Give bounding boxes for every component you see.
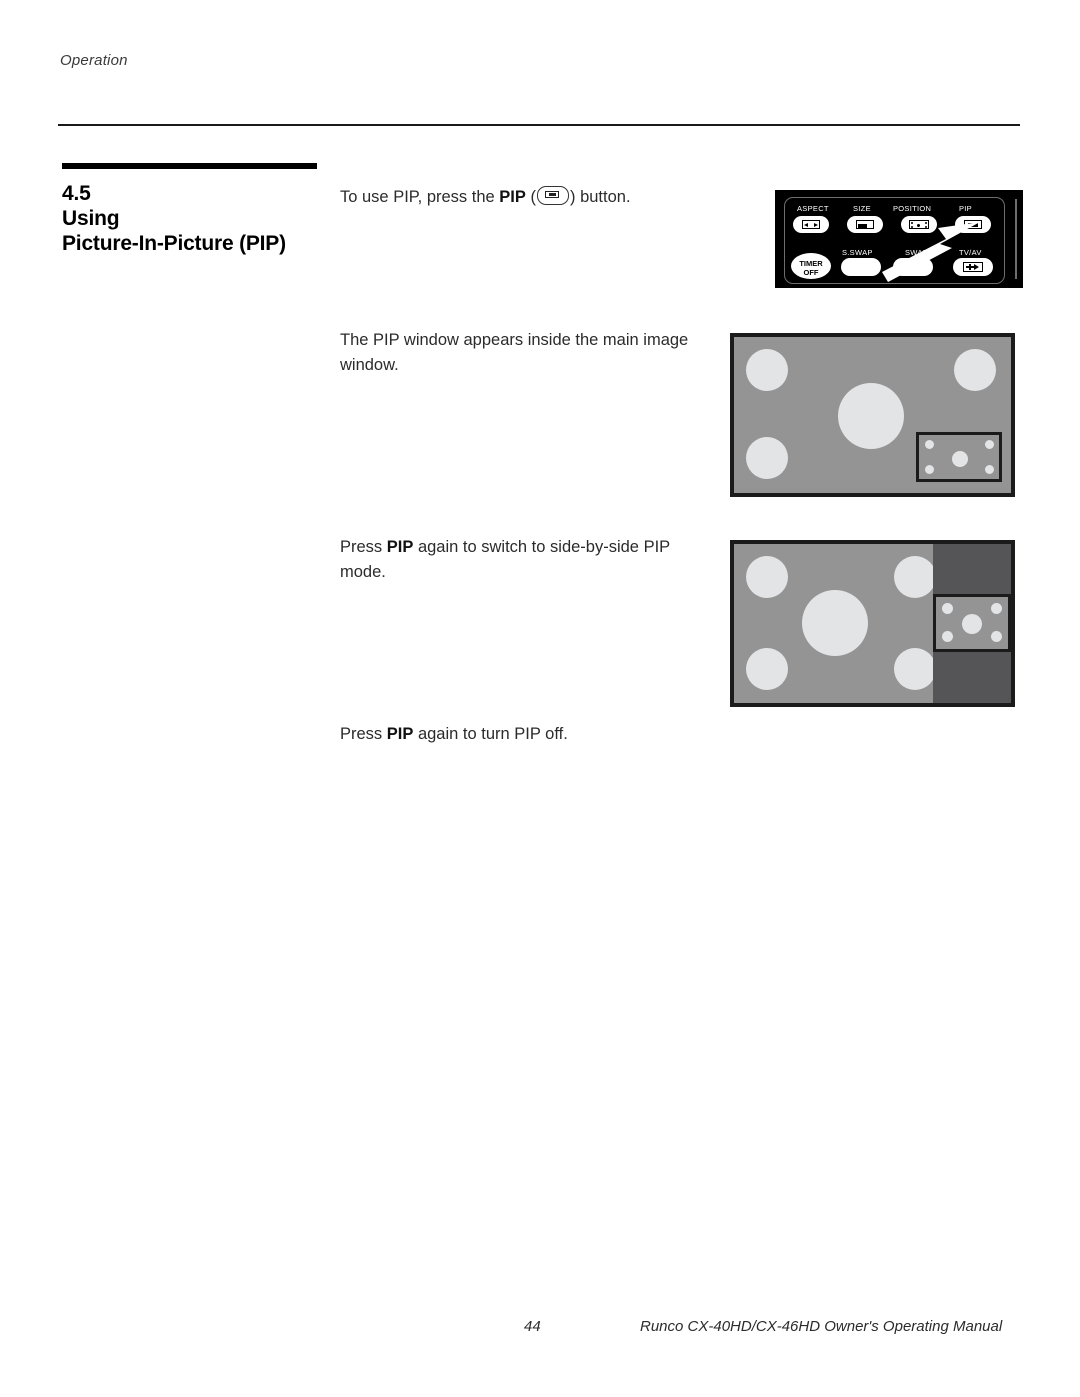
pip-key-icon <box>537 186 569 205</box>
position-icon-dot-tr <box>925 221 927 224</box>
pip-blob-top-left <box>925 440 934 449</box>
remote-label-pip: PIP <box>959 204 972 213</box>
size-icon-inner <box>858 224 867 228</box>
section-title-line-2: Picture-In-Picture (PIP) <box>62 232 286 255</box>
sbs-pip-blob-top-right <box>991 603 1002 614</box>
pip-blob-top-right <box>985 440 994 449</box>
tvav-icon-arrowhead <box>974 263 979 270</box>
pip-icon-inner <box>968 222 978 227</box>
pip-blob-center <box>952 451 968 467</box>
screen-blob-bottom-left <box>746 437 788 479</box>
remote-timer-line-2: OFF <box>803 268 819 277</box>
paragraph-1-text-before: To use PIP, press the <box>340 188 500 206</box>
running-header: Operation <box>60 52 128 69</box>
remote-button-tv-av[interactable] <box>953 258 993 276</box>
position-icon-dot-br <box>925 226 927 228</box>
remote-button-pip[interactable] <box>955 216 991 233</box>
figure-side-by-side <box>730 540 1015 707</box>
position-icon-dot-tl <box>911 221 913 224</box>
paragraph-1-text-end: ) button. <box>570 188 631 206</box>
footer-manual-title: Runco CX-40HD/CX-46HD Owner's Operating … <box>640 1318 1003 1335</box>
footer-page-number: 44 <box>524 1318 541 1335</box>
paragraph-1-bold-pip: PIP <box>499 188 526 206</box>
figure-pip-inset <box>730 333 1015 497</box>
screen-blob-top-right <box>954 349 996 391</box>
paragraph-3-bold-pip: PIP <box>386 538 414 556</box>
screen-blob-center <box>838 383 904 449</box>
paragraph-1-paren-open: ( <box>525 188 536 206</box>
header-divider <box>58 124 1020 126</box>
remote-button-position[interactable] <box>901 216 937 233</box>
sbs-pip-blob-top-left <box>942 603 953 614</box>
position-icon-dot-bl <box>911 226 913 228</box>
screen-blob-top-left <box>746 349 788 391</box>
paragraph-turn-pip-off: Press PIP again to turn PIP off. <box>340 722 712 747</box>
remote-label-aspect: ASPECT <box>797 204 829 213</box>
pip-inset-window <box>916 432 1002 482</box>
remote-control-figure: ASPECT SIZE POSITION PIP S.SWAP SWAP TV/… <box>775 190 1023 288</box>
remote-label-swap: SWAP <box>905 248 929 257</box>
sbs-blob-center <box>802 590 868 656</box>
remote-button-size[interactable] <box>847 216 883 233</box>
sbs-blob-top-right <box>894 556 936 598</box>
section-rule <box>62 163 317 169</box>
paragraph-use-pip: To use PIP, press the PIP ( ) button. <box>340 185 712 210</box>
sbs-pip-blob-bottom-right <box>991 631 1002 642</box>
paragraph-side-by-side: Press PIP again to switch to side-by-sid… <box>340 535 712 585</box>
pip-blob-bottom-right <box>985 465 994 474</box>
remote-timer-line-1: TIMER <box>799 259 823 268</box>
remote-button-timer-off[interactable]: TIMER OFF <box>791 253 831 279</box>
aspect-icon-left-arrow <box>804 222 808 227</box>
paragraph-pip-window-appears: The PIP window appears inside the main i… <box>340 331 689 374</box>
paragraph-4-text-before: Press <box>340 725 387 743</box>
pip-blob-bottom-left <box>925 465 934 474</box>
remote-button-s-swap[interactable] <box>841 258 881 276</box>
sbs-pip-blob-bottom-left <box>942 631 953 642</box>
remote-label-tv-av: TV/AV <box>959 248 982 257</box>
remote-label-position: POSITION <box>893 204 932 213</box>
section-title-line-1: Using <box>62 207 120 230</box>
remote-label-s-swap: S.SWAP <box>842 248 873 257</box>
paragraph-3-text-before: Press <box>340 538 387 556</box>
side-by-side-main-pane <box>734 544 936 703</box>
side-by-side-pip-window <box>933 594 1011 652</box>
section-heading-block: 4.5 Using Picture-In-Picture (PIP) <box>62 163 322 256</box>
paragraph-4-bold-pip: PIP <box>386 725 414 743</box>
remote-button-aspect[interactable] <box>793 216 829 233</box>
remote-right-edge <box>1015 199 1017 279</box>
sbs-blob-top-left <box>746 556 788 598</box>
position-icon-dot-center <box>917 223 920 227</box>
sbs-pip-blob-center <box>962 614 982 634</box>
remote-label-size: SIZE <box>853 204 871 213</box>
tvav-icon-cross <box>969 263 971 270</box>
paragraph-4-text-after: again to turn PIP off. <box>413 725 568 743</box>
sbs-blob-bottom-left <box>746 648 788 690</box>
section-number: 4.5 <box>62 182 91 205</box>
aspect-icon-right-arrow <box>814 222 818 227</box>
remote-button-swap[interactable] <box>893 258 933 276</box>
sbs-blob-bottom-right <box>894 648 936 690</box>
